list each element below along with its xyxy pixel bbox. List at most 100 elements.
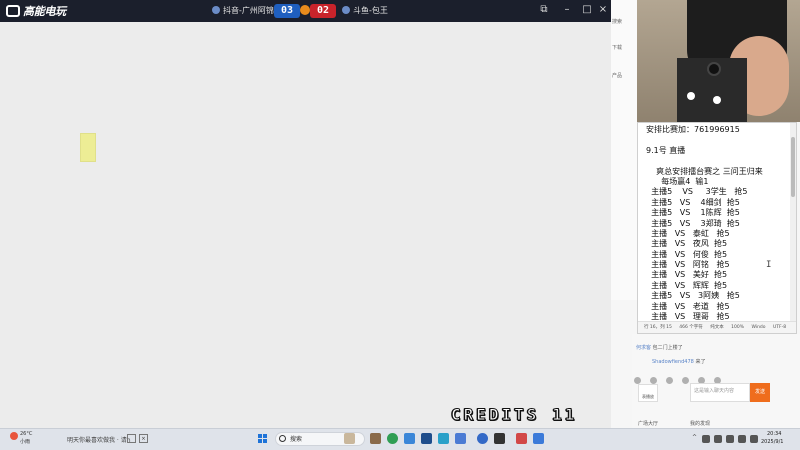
player-left: 抖音-广州阿锦: [212, 5, 274, 16]
windows-start-icon[interactable]: [258, 434, 268, 444]
tray-overflow-icon[interactable]: ^: [692, 434, 697, 441]
file-explorer-icon[interactable]: [370, 433, 381, 444]
game-sprite: [80, 133, 96, 162]
score-left: 03: [274, 4, 300, 18]
status-zoom: 100%: [731, 325, 745, 330]
notepad-line: 主播 VS 夜风 抢5: [646, 239, 728, 249]
desktop: 高能电玩 抖音-广州阿锦 03 02 斗鱼-包王 ⧉ – □ × CREDITS…: [0, 0, 800, 450]
tray-app-icon[interactable]: [702, 435, 710, 443]
notepad-line: 爽总安排擂台赛之 三问王归来: [646, 166, 763, 176]
notepad-line: [646, 156, 792, 166]
start-tile: [263, 439, 267, 443]
tray-app-icon[interactable]: [714, 435, 722, 443]
player-left-name: 抖音-广州阿锦: [223, 6, 274, 15]
app-icon-dark[interactable]: [494, 433, 505, 444]
notepad-line: 主播 VS 老道 抢5: [646, 301, 730, 311]
status-format: 纯文本: [710, 325, 724, 330]
news-ticker[interactable]: 明天你最喜欢做我 · 请h: [67, 435, 131, 444]
emulator-window[interactable]: 高能电玩 抖音-广州阿锦 03 02 斗鱼-包王 ⧉ – □ × CREDITS…: [0, 0, 611, 428]
notepad-line: 主播5 VS 4细剑 抢5: [646, 197, 740, 207]
notepad-line: 主播 VS 美好 抢5: [646, 270, 728, 280]
close-widget-icon[interactable]: ×: [139, 434, 148, 443]
chat-message: 何求客 包二门上楼了: [636, 344, 683, 351]
clock-time[interactable]: 20:34: [767, 431, 781, 437]
text-cursor-icon: I: [766, 260, 772, 270]
notepad-text-area[interactable]: 安排比赛加：761996915 9.1号 直播 爽总安排擂台赛之 三问王归来 每…: [646, 125, 792, 322]
app-icon-blue[interactable]: [404, 433, 415, 444]
app-icon-cyan[interactable]: [438, 433, 449, 444]
weather-temperature[interactable]: 26°C: [20, 431, 32, 437]
notepad-line: 安排比赛加：761996915: [646, 125, 740, 134]
notepad-line: 主播 VS 泰虹 抢5: [646, 228, 730, 238]
chat-message: Shadowfiend478 来了: [652, 358, 705, 365]
search-label: 搜索: [290, 436, 303, 443]
emulator-logo: 高能电玩: [6, 3, 66, 19]
app-icon-darkblue[interactable]: [421, 433, 432, 444]
edge-browser-icon[interactable]: [387, 433, 398, 444]
arcade-button: [687, 92, 695, 100]
player-right-icon: [342, 6, 350, 14]
joystick-ball: [707, 62, 721, 76]
emulator-titlebar[interactable]: 高能电玩 抖音-广州阿锦 03 02 斗鱼-包王 ⧉ – □ ×: [0, 0, 611, 22]
player-right-name: 斗鱼-包王: [353, 6, 388, 15]
controller-icon: [6, 5, 20, 17]
notepad-line: 主播 VS 辉辉 抢5: [646, 280, 728, 290]
app-icon-round[interactable]: [477, 433, 488, 444]
webcam-feed: [637, 0, 800, 122]
clock-date[interactable]: 2025/9/1: [761, 439, 783, 445]
chat-nick[interactable]: Shadowfiend478: [652, 359, 694, 365]
search-icon: [279, 435, 286, 442]
app-icon-red[interactable]: [516, 433, 527, 444]
weather-icon[interactable]: [10, 432, 18, 440]
footer-tab-discover[interactable]: 我的发现: [690, 420, 710, 427]
maximize-icon[interactable]: □: [580, 3, 594, 17]
notepad-line: 每场赢4 输1: [646, 176, 709, 186]
status-encoding: UTF-8: [772, 325, 787, 330]
wifi-icon[interactable]: [738, 435, 746, 443]
start-tile: [258, 434, 262, 438]
chat-text: 来了: [695, 359, 706, 365]
notepad-line: 主播5 VS 3学生 抢5: [646, 187, 748, 197]
notepad-line: 主播5 VS 1陈辉 抢5: [646, 208, 740, 218]
strip-label-product[interactable]: 产品: [612, 72, 622, 79]
strip-label-download[interactable]: 下载: [612, 44, 622, 51]
tray-app-icon[interactable]: [726, 435, 734, 443]
status-char-count: 466 个字符: [679, 325, 703, 330]
start-tile: [258, 439, 262, 443]
status-position: 行 16，列 15: [644, 325, 672, 330]
player-left-icon: [212, 6, 220, 14]
vs-icon: [300, 5, 310, 15]
notepad-line: 9.1号 直播: [646, 145, 686, 155]
notepad-line: 主播 VS 何俊 抢5: [646, 249, 728, 259]
notepad-line: 主播5 VS 3郑琦 抢5: [646, 218, 740, 228]
send-button[interactable]: 发送: [750, 383, 770, 402]
strip-label-search[interactable]: 搜索: [612, 18, 622, 25]
emoji-icon[interactable]: [634, 377, 641, 384]
chat-nick[interactable]: 何求客: [636, 345, 651, 351]
start-tile: [263, 434, 267, 438]
close-icon[interactable]: ×: [596, 3, 610, 17]
scrollbar-thumb[interactable]: [791, 137, 795, 197]
notepad-status-bar: 行 16，列 15 466 个字符 纯文本 100% Windo UTF-8: [638, 321, 796, 333]
footer-tab-plaza[interactable]: 广场大厅: [638, 420, 658, 427]
notepad-scrollbar[interactable]: [790, 123, 796, 321]
credits-counter: CREDITS 11: [450, 405, 578, 425]
status-line-ending: Windo: [751, 325, 766, 330]
arcade-button: [713, 96, 721, 104]
notepad-window[interactable]: 安排比赛加：761996915 9.1号 直播 爽总安排擂台赛之 三问王归来 每…: [637, 122, 797, 334]
notepad-line: 主播5 VS 3阿姨 抢5: [646, 291, 740, 301]
app-icon-emulator[interactable]: [533, 433, 544, 444]
app-icon-k[interactable]: [455, 433, 466, 444]
logo-text: 高能电玩: [23, 5, 66, 18]
player-right: 斗鱼-包王: [342, 5, 388, 16]
avatar[interactable]: 表播放: [638, 384, 658, 402]
widget-icon[interactable]: [127, 434, 136, 443]
restore-icon[interactable]: ⧉: [537, 3, 551, 17]
weather-description[interactable]: 小雨: [20, 438, 30, 445]
volume-icon[interactable]: [750, 435, 758, 443]
chat-text: 包二门上楼了: [652, 345, 683, 351]
app-thumbnail-icon[interactable]: [344, 433, 355, 444]
chat-input[interactable]: 这是输入聊天内容: [690, 383, 750, 402]
notepad-line: [646, 135, 792, 145]
minimize-icon[interactable]: –: [560, 3, 574, 17]
